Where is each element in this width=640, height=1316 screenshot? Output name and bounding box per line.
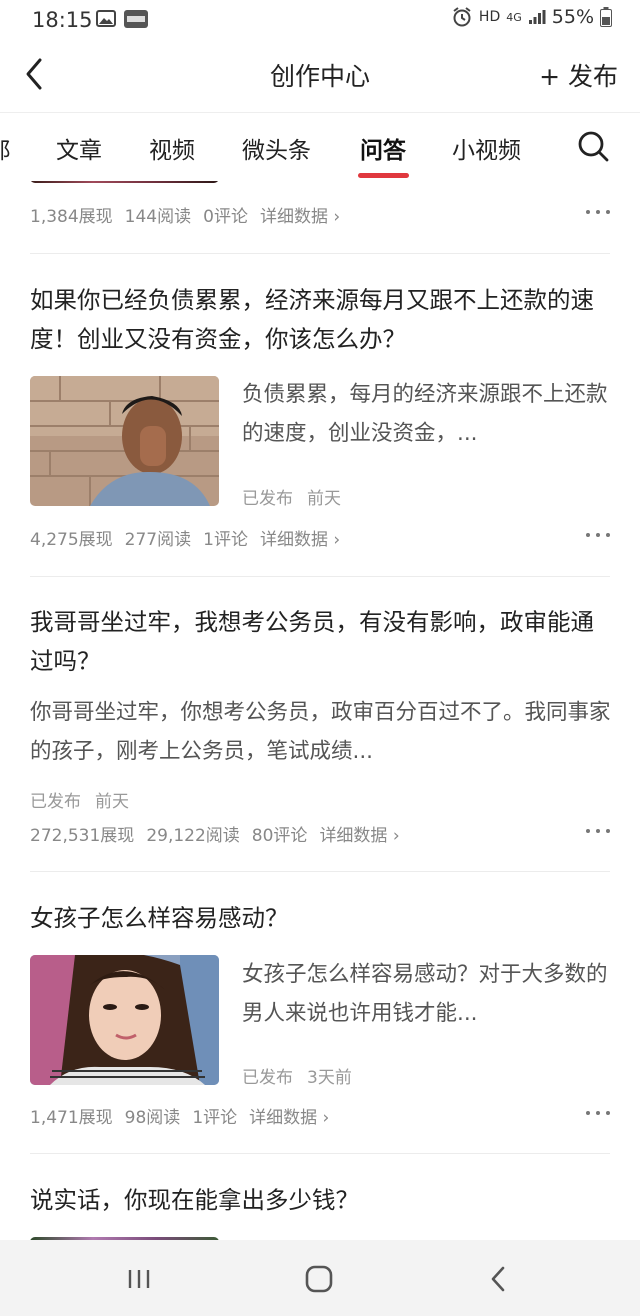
comments-count: 0评论 xyxy=(203,207,248,227)
detail-data-link[interactable]: 详细数据 › xyxy=(319,821,399,846)
signal-icon xyxy=(528,10,546,24)
tab-partial[interactable]: 郎 xyxy=(0,131,11,165)
system-nav-bar xyxy=(0,1240,640,1316)
publish-status: 已发布 xyxy=(242,489,293,509)
more-icon[interactable] xyxy=(586,1108,612,1118)
more-icon[interactable] xyxy=(586,207,612,217)
more-icon[interactable] xyxy=(586,530,612,540)
home-icon[interactable] xyxy=(302,1262,336,1296)
publish-button[interactable]: + 发布 xyxy=(539,57,618,93)
item-stats: 1,384展现 144阅读 0评论 详细数据 › xyxy=(30,202,340,227)
views-count: 1,471展现 xyxy=(30,1108,113,1128)
item-meta: 已发布 3天前 xyxy=(242,1063,352,1088)
category-tabs: 郎 文章 视频 微头条 问答 小视频 xyxy=(0,112,640,181)
network-hd: HD xyxy=(478,9,501,25)
alarm-icon xyxy=(453,7,471,27)
reads-count: 277阅读 xyxy=(124,530,192,550)
publish-status: 已发布 xyxy=(242,1068,293,1088)
views-count: 272,531展现 xyxy=(30,826,135,846)
status-bar: 18:15 HD 4G 55% xyxy=(0,0,640,38)
more-icon[interactable] xyxy=(586,826,612,836)
answer-excerpt: 负债累累，每月的经济来源跟不上还款的速度，创业没资金，... xyxy=(242,382,608,446)
answer-thumbnail[interactable] xyxy=(30,955,219,1085)
divider xyxy=(30,576,610,577)
status-time: 18:15 xyxy=(32,8,93,32)
publish-time: 前天 xyxy=(307,489,341,509)
views-count: 4,275展现 xyxy=(30,530,113,550)
publish-status: 已发布 xyxy=(30,792,81,812)
comments-count: 1评论 xyxy=(192,1108,238,1128)
reads-count: 144阅读 xyxy=(124,207,192,227)
detail-data-link[interactable]: 详细数据 › xyxy=(249,1103,329,1128)
question-title[interactable]: 如果你已经负债累累，经济来源每月又跟不上还款的速度！创业又没有资金，你该怎么办？ xyxy=(30,281,612,359)
views-count: 1,384展现 xyxy=(30,207,113,227)
tab-articles[interactable]: 文章 xyxy=(56,131,102,165)
reads-count: 29,122阅读 xyxy=(146,826,240,846)
qa-feed: 1,384展现 144阅读 0评论 详细数据 › 如果你已经负债累累，经济来源每… xyxy=(0,181,640,1240)
divider xyxy=(30,871,610,872)
answer-excerpt: 女孩子怎么样容易感动？对于大多数的男人来说也许用钱才能... xyxy=(242,962,608,1026)
tab-short-videos[interactable]: 小视频 xyxy=(452,131,521,165)
publish-time: 前天 xyxy=(95,792,129,812)
reads-count: 98阅读 xyxy=(124,1108,181,1128)
toutiao-app-icon xyxy=(124,10,148,28)
divider xyxy=(30,253,610,254)
man-photo-image xyxy=(30,376,219,506)
divider xyxy=(30,1153,610,1154)
search-icon[interactable] xyxy=(576,129,610,163)
answer-thumbnail[interactable] xyxy=(30,376,219,506)
partial-thumbnail[interactable] xyxy=(30,181,219,183)
back-nav-icon[interactable] xyxy=(482,1262,516,1296)
comments-count: 80评论 xyxy=(251,826,308,846)
detail-data-link[interactable]: 详细数据 › xyxy=(260,202,340,227)
answer-excerpt: 你哥哥坐过牢，你想考公务员，政审百分百过不了。我同事家的孩子，刚考上公务员，笔试… xyxy=(30,700,611,764)
girl-photo-image xyxy=(30,955,219,1085)
comments-count: 1评论 xyxy=(203,530,248,550)
publish-time: 3天前 xyxy=(307,1068,352,1088)
tab-videos[interactable]: 视频 xyxy=(149,131,195,165)
battery-icon xyxy=(600,7,612,27)
detail-data-link[interactable]: 详细数据 › xyxy=(260,525,340,550)
question-title[interactable]: 我哥哥坐过牢，我想考公务员，有没有影响，政审能通过吗？ xyxy=(30,603,612,681)
battery-level: 55% xyxy=(551,6,594,28)
item-stats: 272,531展现 29,122阅读 80评论 详细数据 › xyxy=(30,821,400,846)
recent-apps-icon[interactable] xyxy=(122,1262,156,1296)
question-title[interactable]: 女孩子怎么样容易感动？ xyxy=(30,899,612,938)
item-stats: 1,471展现 98阅读 1评论 详细数据 › xyxy=(30,1103,329,1128)
nav-bar: 创作中心 + 发布 xyxy=(0,38,640,112)
gallery-icon xyxy=(96,10,116,27)
item-meta: 已发布 前天 xyxy=(242,484,341,509)
network-gen: 4G xyxy=(506,10,522,24)
status-right: HD 4G 55% xyxy=(451,6,612,28)
tab-qa[interactable]: 问答 xyxy=(360,131,406,165)
item-stats: 4,275展现 277阅读 1评论 详细数据 › xyxy=(30,525,340,550)
question-title[interactable]: 说实话，你现在能拿出多少钱？ xyxy=(30,1181,612,1220)
tab-weitoutiao[interactable]: 微头条 xyxy=(242,131,311,165)
active-tab-indicator xyxy=(358,173,409,178)
item-meta: 已发布 前天 xyxy=(30,787,129,812)
